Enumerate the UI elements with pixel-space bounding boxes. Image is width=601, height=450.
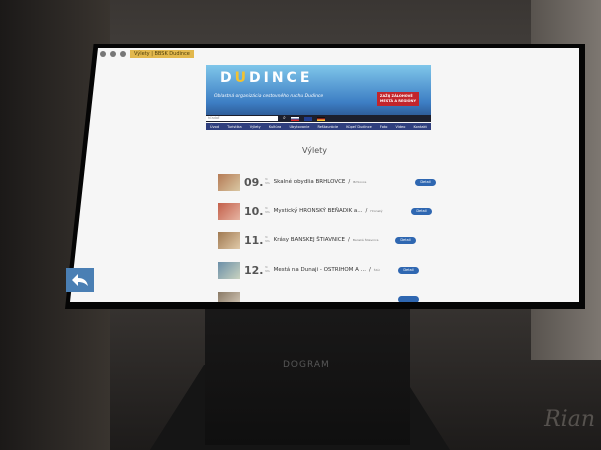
- trip-location: Hronský: [370, 209, 383, 213]
- trip-detail-button[interactable]: Detail: [411, 208, 432, 215]
- trip-row[interactable]: 11. ti tm Krásy BANSKEJ ŠTIAVNICE / Bansk…: [218, 228, 378, 252]
- trip-number: 11.: [244, 233, 264, 247]
- trip-row[interactable]: 10. ti tm Mystický HRONSKÝ BEŇADIK a... /…: [218, 199, 383, 223]
- trip-detail-button[interactable]: Detail: [415, 179, 436, 186]
- nav-item-turistika[interactable]: Turistika: [227, 125, 242, 129]
- back-button[interactable]: [66, 268, 94, 292]
- trip-tag: ti tm: [265, 206, 270, 214]
- promo-badge[interactable]: ZAŽIJ ZÁLOHOVÉ MESTÁ A REGIÓNY: [376, 92, 419, 106]
- trip-location: Štúr: [373, 268, 381, 272]
- trip-name[interactable]: Krásy BANSKEJ ŠTIAVNICE: [274, 237, 345, 243]
- trip-separator: /: [368, 267, 371, 273]
- trip-tag: ti tm: [265, 265, 270, 273]
- site-logo[interactable]: DUDINCE: [220, 70, 312, 86]
- nav-item-uvod[interactable]: Úvod: [210, 125, 219, 129]
- flag-en-icon[interactable]: [303, 116, 312, 121]
- trip-thumbnail[interactable]: [218, 231, 240, 249]
- flag-de-icon[interactable]: [316, 116, 325, 121]
- trip-thumbnail[interactable]: [218, 173, 240, 191]
- page-title: Výlety: [302, 146, 328, 155]
- site-banner[interactable]: DUDINCE Oblastná organizácia cestovného …: [206, 65, 431, 115]
- trip-name[interactable]: Mestá na Dunaji - OSTRIHOM A ...: [274, 267, 366, 273]
- nav-item-kontakt[interactable]: Kontakt: [413, 125, 426, 129]
- search-input[interactable]: hľadať: [206, 116, 278, 121]
- trip-number: 09.: [244, 175, 264, 189]
- site-tagline: Oblastná organizácia cestovného ruchu Du…: [214, 94, 324, 99]
- trip-location: Banská Štiavnica: [352, 238, 379, 242]
- url-bar[interactable]: Výlety | BBSK Dudince: [130, 50, 194, 58]
- trip-thumbnail[interactable]: [218, 261, 240, 279]
- nav-item-ubytovanie[interactable]: Ubytovanie: [289, 125, 309, 129]
- kiosk-screen: Výlety | BBSK Dudince DUDINCE Oblastná o…: [70, 48, 579, 302]
- nav-item-vylety[interactable]: Výlety: [250, 125, 261, 129]
- trip-number: 10.: [244, 204, 264, 218]
- trip-detail-button[interactable]: Detail: [395, 237, 416, 244]
- trip-row[interactable]: 12. ti tm Mestá na Dunaji - OSTRIHOM A ..…: [218, 258, 380, 282]
- flag-sk-icon[interactable]: [290, 116, 299, 121]
- nav-item-restauracie[interactable]: Reštaurácie: [318, 125, 339, 129]
- back-arrow-icon: [72, 274, 88, 286]
- nav-item-video[interactable]: Video: [396, 125, 406, 129]
- trip-separator: /: [348, 237, 350, 243]
- trip-row-partial[interactable]: [218, 288, 244, 302]
- nav-item-foto[interactable]: Foto: [380, 125, 388, 129]
- trip-number: 12.: [244, 263, 264, 277]
- main-nav: Úvod Turistika Výlety Kultúra Ubytovanie…: [206, 123, 431, 130]
- search-bar: hľadať ⌕: [206, 115, 431, 122]
- trip-tag: ti tm: [265, 235, 270, 243]
- browser-toolbar: Výlety | BBSK Dudince: [100, 50, 194, 58]
- nav-item-kultura[interactable]: Kultúra: [269, 125, 282, 129]
- back-nav-icon[interactable]: [100, 51, 106, 57]
- trip-row[interactable]: 09. ti tm Skalné obydlia BRHLOVCE / Brhlo…: [218, 170, 366, 194]
- trip-name[interactable]: Skalné obydlia BRHLOVCE: [274, 179, 346, 185]
- nav-item-kupel[interactable]: Kúpeľ Dudince: [346, 125, 372, 129]
- trip-name[interactable]: Mystický HRONSKÝ BEŇADIK a...: [274, 208, 363, 214]
- reload-icon[interactable]: [120, 51, 126, 57]
- forward-nav-icon[interactable]: [110, 51, 116, 57]
- trip-separator: /: [365, 208, 368, 214]
- trip-location: Brhlovce: [353, 180, 367, 184]
- trip-thumbnail[interactable]: [218, 202, 240, 220]
- trip-tag: ti tm: [265, 177, 270, 185]
- kiosk-stand: [205, 300, 410, 445]
- trip-detail-button-partial[interactable]: [398, 296, 419, 302]
- trip-detail-button[interactable]: Detail: [398, 267, 419, 274]
- trip-thumbnail[interactable]: [218, 291, 240, 302]
- trip-separator: /: [348, 179, 351, 185]
- stand-label: DOGRAM: [283, 360, 330, 370]
- floor-logo: Rian: [544, 407, 595, 432]
- search-icon[interactable]: ⌕: [283, 116, 286, 121]
